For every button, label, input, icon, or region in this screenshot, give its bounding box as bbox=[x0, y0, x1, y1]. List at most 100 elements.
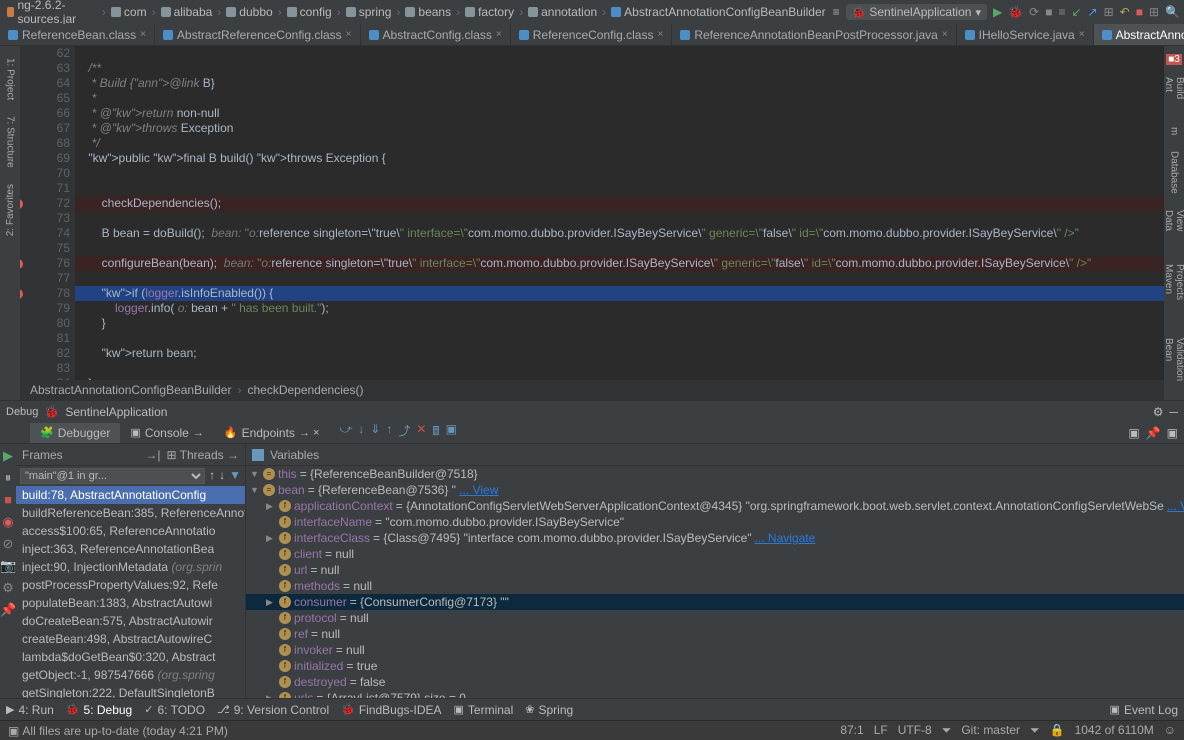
tool-dataview[interactable]: Data View bbox=[1163, 206, 1184, 252]
evaluate-icon[interactable]: 🖩 bbox=[432, 422, 439, 443]
drop-frame-icon[interactable]: ⤴ bbox=[398, 422, 410, 443]
stack-frame[interactable]: lambda$doGetBean$0:320, Abstract bbox=[16, 648, 245, 666]
mute-bp-icon[interactable]: ⊘ bbox=[0, 536, 16, 552]
variable-row[interactable]: f interfaceName = "com.momo.dubbo.provid… bbox=[246, 514, 1184, 530]
editor-breadcrumb[interactable]: AbstractAnnotationConfigBeanBuilder›chec… bbox=[20, 380, 1164, 400]
code-area[interactable]: /** * Build {"ann">@link B} * * @"kw">re… bbox=[75, 46, 1164, 380]
variable-row[interactable]: ▶f applicationContext = {AnnotationConfi… bbox=[246, 498, 1184, 514]
variable-row[interactable]: f ref = null bbox=[246, 626, 1184, 642]
force-step-icon[interactable]: ⇓ bbox=[370, 422, 380, 443]
event-log[interactable]: ▣ Event Log bbox=[1110, 703, 1178, 717]
thread-selector[interactable]: "main"@1 in gr... bbox=[20, 468, 205, 484]
tool-maven[interactable]: Maven Projects bbox=[1163, 260, 1184, 326]
run-cursor-icon[interactable]: ✕ bbox=[416, 422, 426, 443]
variable-row[interactable]: f client = null bbox=[246, 546, 1184, 562]
variables-list[interactable]: ▼= this = {ReferenceBeanBuilder@7518}▼= … bbox=[246, 466, 1184, 698]
gutter[interactable]: 6263646566676869707172737475767778798081… bbox=[20, 46, 75, 380]
editor-tab[interactable]: AbstractReferenceConfig.class× bbox=[155, 24, 361, 45]
console-tab[interactable]: ▣ Console → bbox=[120, 423, 213, 443]
close-tab-icon[interactable]: × bbox=[346, 29, 352, 40]
breadcrumb-item[interactable]: factory bbox=[462, 4, 517, 20]
tw-findbugs[interactable]: 🐞 FindBugs-IDEA bbox=[341, 703, 441, 717]
box-icon[interactable]: ■ bbox=[1136, 5, 1143, 19]
debug-icon[interactable]: 🐞 bbox=[1008, 5, 1023, 19]
variable-row[interactable]: ▼= bean = {ReferenceBean@7536} " ... Vie… bbox=[246, 482, 1184, 498]
encoding[interactable]: UTF-8 bbox=[898, 723, 932, 738]
debug-settings-icon[interactable]: ⚙ bbox=[1153, 405, 1164, 419]
editor-tab[interactable]: IHelloService.java× bbox=[957, 24, 1094, 45]
pause-icon[interactable]: ⏸ bbox=[0, 470, 16, 486]
editor-tab[interactable]: ReferenceAnnotationBeanPostProcessor.jav… bbox=[672, 24, 956, 45]
breadcrumb-item[interactable]: alibaba bbox=[158, 4, 216, 20]
stack-frame[interactable]: getSingleton:222, DefaultSingletonB bbox=[16, 684, 245, 698]
tw-terminal[interactable]: ▣ Terminal bbox=[454, 703, 514, 717]
hector-icon[interactable]: ☺ bbox=[1164, 723, 1176, 738]
stop-icon[interactable]: ■ bbox=[1045, 5, 1052, 19]
stack-frame[interactable]: access$100:65, ReferenceAnnotatio bbox=[16, 522, 245, 540]
tw-todo[interactable]: ✓ 6: TODO bbox=[144, 703, 205, 717]
stack-frame[interactable]: inject:90, InjectionMetadata (org.sprin bbox=[16, 558, 245, 576]
breadcrumb-item[interactable]: beans bbox=[402, 4, 454, 20]
breadcrumb-item[interactable]: config bbox=[284, 4, 335, 20]
editor-tab[interactable]: AbstractAnnotationConfigBeanBuilder.java… bbox=[1094, 24, 1184, 45]
tool-structure[interactable]: 7: Structure bbox=[5, 112, 16, 172]
breadcrumb-item[interactable]: com bbox=[108, 4, 150, 20]
debugger-tab[interactable]: 🧩 Debugger bbox=[30, 423, 120, 443]
debug-minimize-icon[interactable]: ─ bbox=[1169, 405, 1178, 419]
trace-icon[interactable]: ▣ bbox=[446, 422, 457, 443]
step-into-icon[interactable]: ↓ bbox=[358, 422, 364, 443]
vcs-icon[interactable]: ↙ bbox=[1071, 5, 1081, 19]
git-branch[interactable]: Git: master bbox=[961, 723, 1020, 738]
stack-frame[interactable]: getObject:-1, 987547666 (org.spring bbox=[16, 666, 245, 684]
stack-frame[interactable]: postProcessPropertyValues:92, Refe bbox=[16, 576, 245, 594]
settings-icon[interactable]: ⊞ bbox=[1149, 5, 1159, 19]
nav-icon[interactable]: ≡ bbox=[833, 5, 840, 19]
variable-row[interactable]: f methods = null bbox=[246, 578, 1184, 594]
breadcrumb-item[interactable]: dubbo bbox=[223, 4, 275, 20]
close-tab-icon[interactable]: × bbox=[140, 29, 146, 40]
dump-icon[interactable]: 📷 bbox=[0, 558, 16, 574]
step-out-icon[interactable]: ↑ bbox=[386, 422, 392, 443]
tool-favorites[interactable]: 2: Favorites bbox=[5, 180, 16, 240]
commit-icon[interactable]: ⊞ bbox=[1104, 5, 1114, 19]
profiler-icon[interactable]: ≡ bbox=[1058, 5, 1065, 19]
variable-row[interactable]: f url = null bbox=[246, 562, 1184, 578]
tool-project[interactable]: 1: Project bbox=[5, 54, 16, 104]
variable-row[interactable]: ▶f urls = {ArrayList@7579} size = 0 bbox=[246, 690, 1184, 698]
endpoints-tab[interactable]: 🔥 Endpoints → × bbox=[214, 423, 330, 443]
coverage-icon[interactable]: ⟳ bbox=[1029, 5, 1039, 19]
breadcrumb-item[interactable]: annotation bbox=[525, 4, 600, 20]
frames-list[interactable]: build:78, AbstractAnnotationConfigbuildR… bbox=[16, 486, 245, 698]
variable-row[interactable]: f invoker = null bbox=[246, 642, 1184, 658]
editor-tab[interactable]: ReferenceConfig.class× bbox=[511, 24, 673, 45]
tool-database[interactable]: Database bbox=[1169, 147, 1180, 198]
tw-debug[interactable]: 🐞 5: Debug bbox=[66, 703, 132, 717]
line-separator[interactable]: LF bbox=[874, 723, 888, 738]
variable-row[interactable]: ▶f interfaceClass = {Class@7495} "interf… bbox=[246, 530, 1184, 546]
variable-row[interactable]: f initialized = true bbox=[246, 658, 1184, 674]
frames-filter-icon[interactable]: ▼ bbox=[229, 468, 241, 484]
variable-row[interactable]: ▼= this = {ReferenceBeanBuilder@7518} bbox=[246, 466, 1184, 482]
update-icon[interactable]: ↗ bbox=[1088, 5, 1098, 19]
tool-antbuild[interactable]: Ant Build bbox=[1163, 73, 1184, 115]
resume-icon[interactable]: ▶ bbox=[0, 448, 16, 464]
editor-tab[interactable]: ReferenceBean.class× bbox=[0, 24, 155, 45]
step-over-icon[interactable]: ⤻ bbox=[339, 422, 352, 443]
search-icon[interactable]: 🔍 bbox=[1165, 5, 1180, 19]
frames-up-icon[interactable]: ↑ bbox=[209, 468, 215, 484]
breadcrumb-item[interactable]: spring bbox=[343, 4, 395, 20]
tool-m[interactable]: m bbox=[1169, 123, 1180, 139]
variable-row[interactable]: f protocol = null bbox=[246, 610, 1184, 626]
lock-icon[interactable]: 🔒 bbox=[1050, 723, 1065, 738]
run-config-dropdown[interactable]: 🐞 SentinelApplication ▾ bbox=[846, 4, 987, 20]
caret-position[interactable]: 87:1 bbox=[840, 723, 863, 738]
stack-frame[interactable]: inject:363, ReferenceAnnotationBea bbox=[16, 540, 245, 558]
breadcrumb-item[interactable]: AbstractAnnotationConfigBeanBuilder bbox=[608, 4, 828, 20]
tool-beanvalidation[interactable]: Bean Validation bbox=[1163, 334, 1184, 400]
variable-row[interactable]: ▶f consumer = {ConsumerConfig@7173} "" bbox=[246, 594, 1184, 610]
breadcrumb-item[interactable]: ng-2.6.2-sources.jar bbox=[4, 0, 100, 27]
stack-frame[interactable]: build:78, AbstractAnnotationConfig bbox=[16, 486, 245, 504]
revert-icon[interactable]: ↶ bbox=[1120, 5, 1130, 19]
run-icon[interactable]: ▶ bbox=[993, 5, 1002, 19]
tw-spring[interactable]: ❀ Spring bbox=[525, 703, 573, 717]
